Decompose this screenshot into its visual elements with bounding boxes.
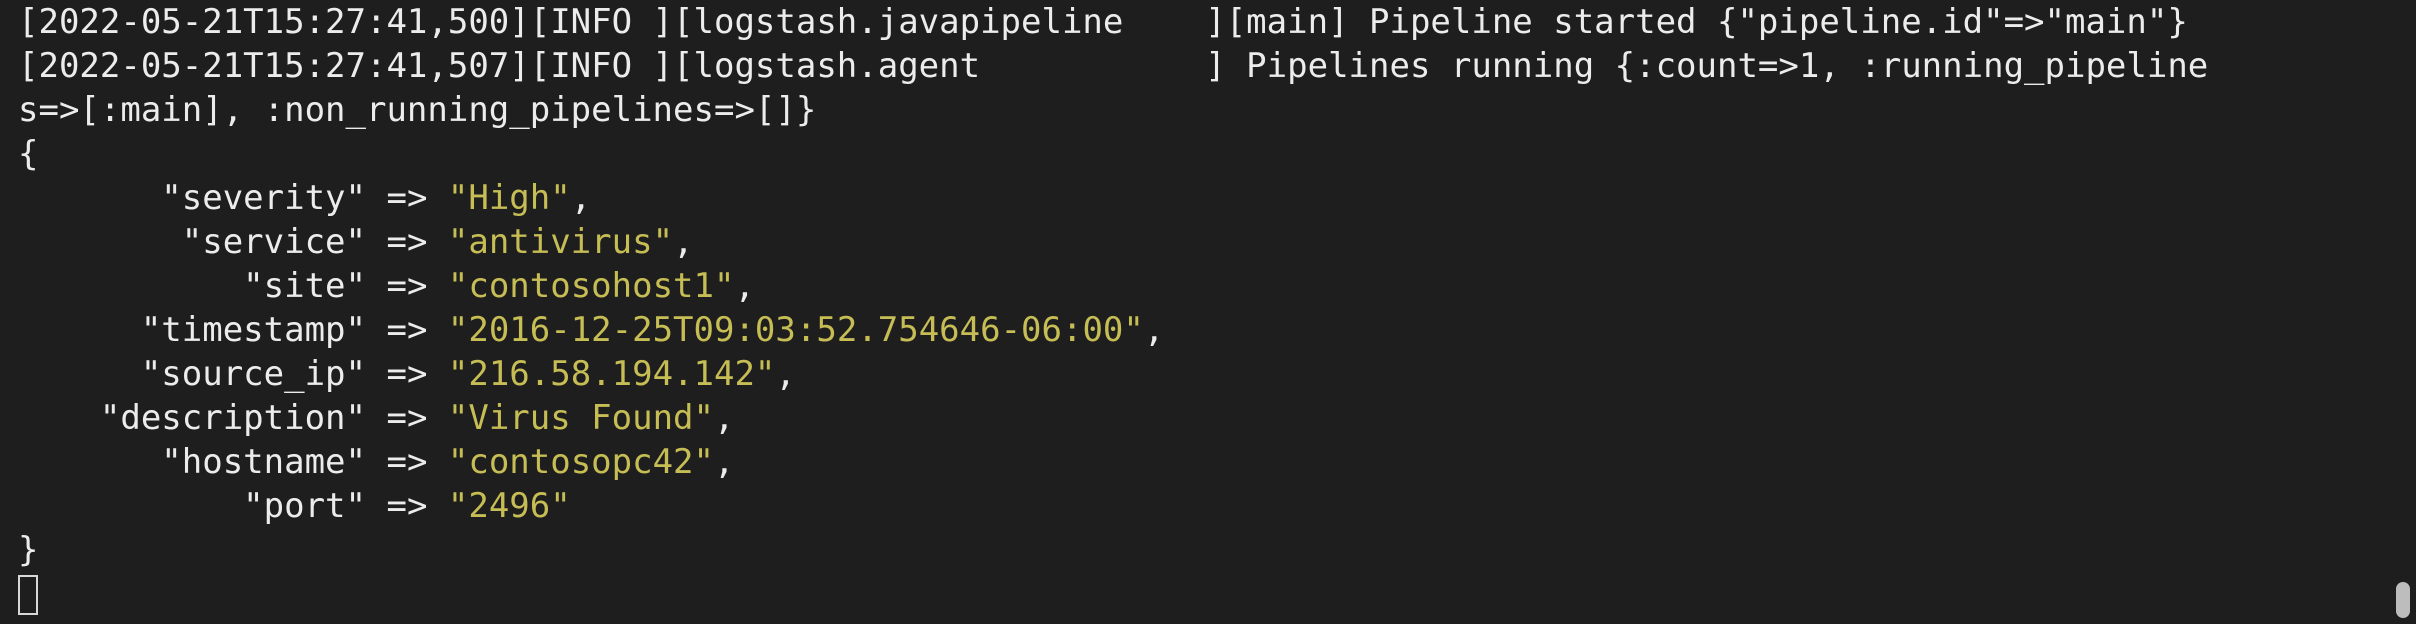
arrow: => bbox=[366, 354, 448, 394]
arrow: => bbox=[366, 442, 448, 482]
separator: , bbox=[1143, 310, 1165, 350]
arrow: => bbox=[366, 398, 448, 438]
field-value: "antivirus" bbox=[447, 222, 674, 262]
event-field-row: "service" => "antivirus", bbox=[18, 220, 2416, 264]
open-brace: { bbox=[18, 134, 39, 174]
event-field-row: "port" => "2496" bbox=[18, 484, 2416, 528]
field-key: "port" bbox=[243, 486, 366, 526]
arrow: => bbox=[366, 178, 448, 218]
scrollbar-thumb[interactable] bbox=[2396, 582, 2410, 618]
event-field-row: "severity" => "High", bbox=[18, 176, 2416, 220]
event-field-row: "site" => "contosohost1", bbox=[18, 264, 2416, 308]
field-key: "service" bbox=[181, 222, 366, 262]
field-value: "2496" bbox=[447, 486, 571, 526]
arrow: => bbox=[366, 310, 448, 350]
field-value: "contosopc42" bbox=[447, 442, 714, 482]
field-value: "contosohost1" bbox=[447, 266, 735, 306]
arrow: => bbox=[366, 486, 448, 526]
field-key: "source_ip" bbox=[140, 354, 366, 394]
field-key: "hostname" bbox=[161, 442, 366, 482]
log-line: [2022-05-21T15:27:41,500][INFO ][logstas… bbox=[18, 2, 2188, 42]
separator: , bbox=[714, 442, 735, 482]
separator: , bbox=[734, 266, 755, 306]
field-key: "timestamp" bbox=[140, 310, 366, 350]
vertical-scrollbar[interactable] bbox=[2396, 0, 2410, 624]
event-field-row: "timestamp" => "2016-12-25T09:03:52.7546… bbox=[18, 308, 2416, 352]
terminal-window[interactable]: [2022-05-21T15:27:41,500][INFO ][logstas… bbox=[0, 0, 2416, 624]
field-key: "site" bbox=[243, 266, 366, 306]
event-field-row: "source_ip" => "216.58.194.142", bbox=[18, 352, 2416, 396]
field-key: "description" bbox=[99, 398, 366, 438]
arrow: => bbox=[366, 222, 448, 262]
field-key: "severity" bbox=[161, 178, 366, 218]
field-value: "High" bbox=[447, 178, 571, 218]
event-field-row: "hostname" => "contosopc42", bbox=[18, 440, 2416, 484]
prompt-line[interactable] bbox=[18, 572, 2416, 616]
log-line: [2022-05-21T15:27:41,507][INFO ][logstas… bbox=[18, 46, 2209, 86]
separator: , bbox=[673, 222, 694, 262]
separator: , bbox=[570, 178, 592, 218]
text-cursor[interactable] bbox=[18, 574, 38, 615]
arrow: => bbox=[366, 266, 448, 306]
separator: , bbox=[714, 398, 735, 438]
close-brace: } bbox=[18, 530, 39, 570]
field-value: "216.58.194.142" bbox=[447, 354, 776, 394]
event-field-row: "description" => "Virus Found", bbox=[18, 396, 2416, 440]
field-value: "2016-12-25T09:03:52.754646-06:00" bbox=[447, 310, 1144, 350]
log-line: s=>[:main], :non_running_pipelines=>[]} bbox=[18, 90, 817, 130]
separator: , bbox=[775, 354, 796, 394]
field-value: "Virus Found" bbox=[447, 398, 714, 438]
